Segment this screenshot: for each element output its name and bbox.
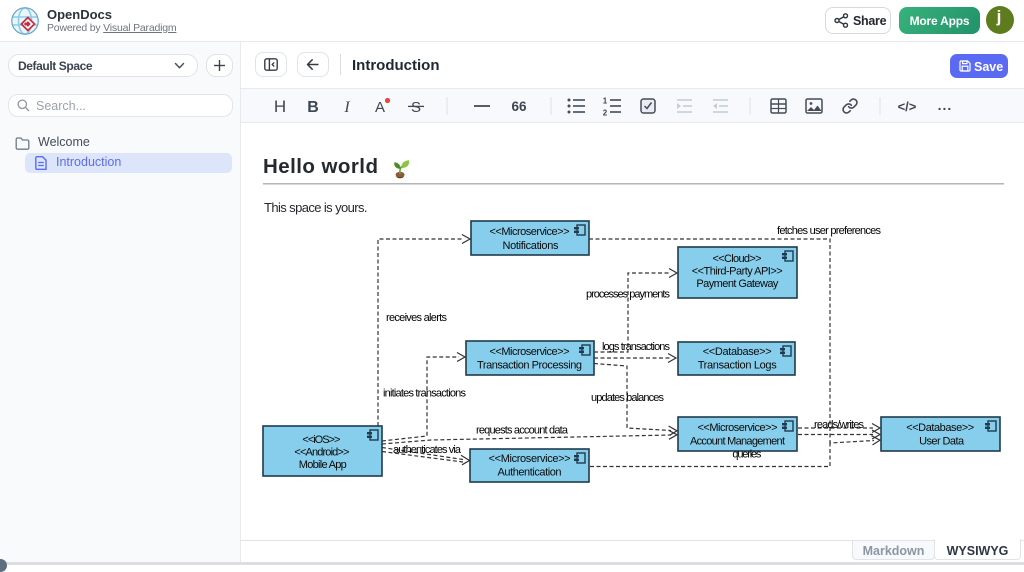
svg-text:requests account data: requests account data [476, 425, 569, 437]
svg-text:Payment Gateway: Payment Gateway [696, 278, 779, 290]
svg-text:Authentication: Authentication [498, 467, 562, 479]
svg-text:fetches user preferences: fetches user preferences [777, 225, 882, 237]
svg-text:<<Database>>: <<Database>> [703, 346, 772, 358]
svg-text:receives alerts: receives alerts [386, 312, 448, 324]
svg-text:<<Database>>: <<Database>> [906, 422, 974, 434]
svg-text:Transaction Processing: Transaction Processing [477, 360, 582, 372]
svg-text:Notifications: Notifications [503, 240, 560, 252]
svg-text:User Data: User Data [919, 436, 965, 448]
svg-text:<<Third-Party API>>: <<Third-Party API>> [692, 266, 783, 278]
svg-text:<<iOS>>: <<iOS>> [302, 434, 340, 446]
svg-text:<<Android>>: <<Android>> [294, 447, 349, 459]
svg-text:<<Microservice>>: <<Microservice>> [490, 226, 570, 238]
svg-text:updates balances: updates balances [591, 392, 665, 404]
svg-text:Mobile App: Mobile App [299, 459, 347, 471]
svg-text:<<Microservice>>: <<Microservice>> [490, 346, 570, 358]
svg-text:authenticates via: authenticates via [393, 444, 462, 456]
svg-text:logs transactions: logs transactions [602, 341, 671, 353]
svg-text:reads/writes: reads/writes [814, 419, 865, 431]
svg-text:<<Cloud>>: <<Cloud>> [713, 253, 762, 265]
svg-text:Transaction Logs: Transaction Logs [698, 360, 778, 372]
svg-text:initiates transactions: initiates transactions [383, 388, 467, 400]
svg-text:<<Microservice>>: <<Microservice>> [698, 422, 778, 434]
svg-text:<<Microservice>>: <<Microservice>> [489, 453, 571, 465]
svg-text:processes payments: processes payments [586, 289, 671, 301]
svg-text:queries: queries [732, 449, 762, 461]
svg-text:Account Management: Account Management [690, 436, 785, 448]
